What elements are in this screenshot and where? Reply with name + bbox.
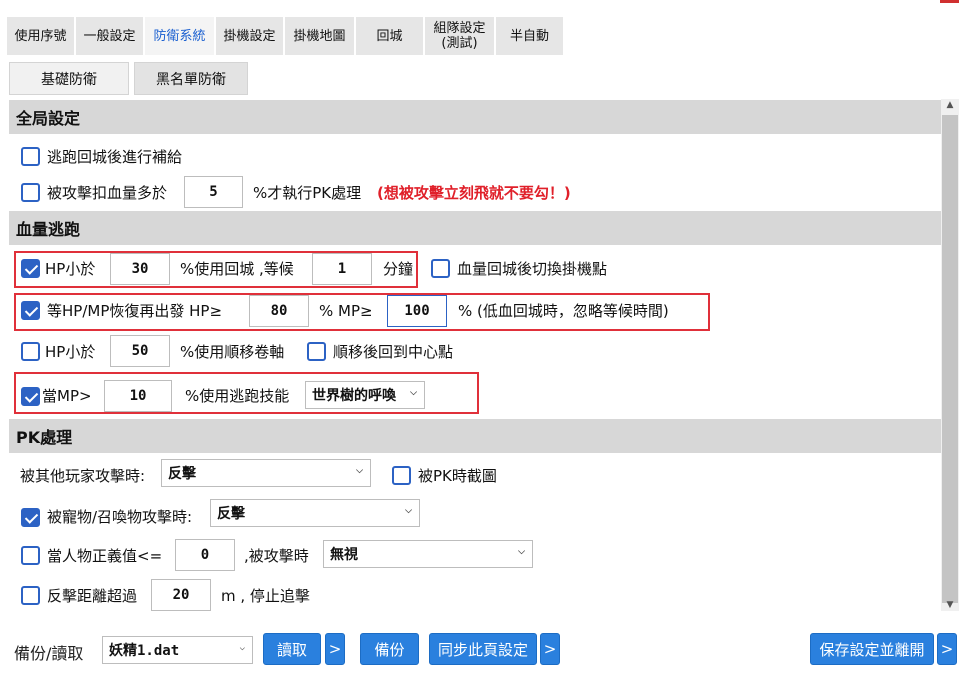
- section-header-pk: PK處理: [9, 419, 941, 453]
- sync-more-button[interactable]: >: [540, 633, 560, 665]
- attacked-by-player-label: 被其他玩家攻擊時:: [20, 467, 146, 485]
- attacked-by-pet-select[interactable]: 反擊 ⌵: [210, 499, 420, 527]
- justice-action-value: 無視: [330, 547, 358, 563]
- distance-checkbox[interactable]: [21, 586, 40, 605]
- chevron-down-icon: ⌵: [518, 547, 525, 557]
- backup-file-select[interactable]: 妖精1.dat ⌵: [102, 636, 253, 664]
- subtab-basic-defense[interactable]: 基礎防衛: [9, 62, 129, 95]
- mp-skill-input[interactable]: 10: [104, 380, 172, 412]
- distance-label: 反擊距離超過: [47, 587, 138, 605]
- restore-mp-input[interactable]: 100: [387, 295, 447, 327]
- switch-spot-label: 血量回城後切換掛機點: [457, 260, 608, 278]
- read-more-button[interactable]: >: [325, 633, 345, 665]
- justice-checkbox[interactable]: [21, 546, 40, 565]
- tab-afk-map[interactable]: 掛機地圖: [285, 17, 355, 55]
- justice-middle: ,被攻擊時: [244, 547, 309, 565]
- attacked-by-player-select[interactable]: 反擊 ⌵: [161, 459, 371, 487]
- subtab-blacklist-defense[interactable]: 黑名單防衛: [134, 62, 248, 95]
- hp-loss-suffix: %才執行PK處理: [253, 184, 362, 202]
- chevron-down-icon: ⌵: [410, 388, 417, 398]
- tab-general[interactable]: 一般設定: [76, 17, 144, 55]
- pk-screenshot-checkbox[interactable]: [392, 466, 411, 485]
- justice-action-select[interactable]: 無視 ⌵: [323, 540, 533, 568]
- backup-label: 備份/讀取: [14, 644, 84, 663]
- tab-afk-settings[interactable]: 掛機設定: [216, 17, 284, 55]
- hp-below-teleport-label: HP小於: [45, 343, 96, 361]
- return-center-checkbox[interactable]: [307, 342, 326, 361]
- hp-loss-checkbox[interactable]: [21, 183, 40, 202]
- section-header-global: 全局設定: [9, 100, 941, 134]
- restore-depart-label: 等HP/MP恢復再出發 HP≥: [47, 302, 223, 320]
- hp-below-return-input[interactable]: 30: [110, 253, 170, 285]
- chevron-down-icon: ⌵: [356, 466, 363, 476]
- switch-spot-checkbox[interactable]: [431, 259, 450, 278]
- mp-skill-checkbox[interactable]: [21, 387, 40, 406]
- refill-after-escape-checkbox[interactable]: [21, 147, 40, 166]
- escape-skill-value: 世界樹的呼喚: [312, 388, 396, 404]
- tab-party-line1: 組隊設定: [433, 21, 486, 36]
- hp-below-return-label: HP小於: [45, 260, 96, 278]
- backup-file-value: 妖精1.dat: [109, 643, 180, 659]
- tab-semi-auto[interactable]: 半自動: [496, 17, 564, 55]
- tab-serial[interactable]: 使用序號: [7, 17, 75, 55]
- attacked-by-pet-value: 反擊: [217, 506, 245, 522]
- escape-skill-select[interactable]: 世界樹的呼喚 ⌵: [305, 381, 425, 409]
- sync-page-button[interactable]: 同步此頁設定: [429, 633, 537, 665]
- wait-minutes-unit: 分鐘: [383, 260, 414, 278]
- scroll-up-icon[interactable]: ▲: [941, 100, 959, 110]
- chevron-down-icon: ⌵: [239, 643, 245, 653]
- scrollbar-thumb[interactable]: [942, 115, 958, 603]
- refill-after-escape-label: 逃跑回城後進行補給: [47, 148, 183, 166]
- section-header-escape: 血量逃跑: [9, 211, 941, 245]
- backup-button[interactable]: 備份: [360, 633, 419, 665]
- hp-loss-input[interactable]: 5: [184, 176, 243, 208]
- attacked-by-pet-label: 被寵物/召喚物攻擊時:: [47, 508, 193, 526]
- hp-below-teleport-suffix: %使用順移卷軸: [180, 343, 285, 361]
- hp-below-return-middle: %使用回城 ,等候: [180, 260, 294, 278]
- tab-return-town[interactable]: 回城: [356, 17, 424, 55]
- hp-below-teleport-checkbox[interactable]: [21, 342, 40, 361]
- hp-loss-label: 被攻擊扣血量多於: [47, 184, 168, 202]
- save-more-button[interactable]: >: [937, 633, 957, 665]
- read-button[interactable]: 讀取: [263, 633, 321, 665]
- restore-mp-label: % MP≥: [319, 302, 373, 320]
- hp-below-teleport-input[interactable]: 50: [110, 335, 170, 367]
- save-exit-button[interactable]: 保存設定並離開: [810, 633, 934, 665]
- distance-suffix: m , 停止追擊: [221, 587, 310, 605]
- restore-depart-note: % (低血回城時，忽略等候時間): [458, 302, 669, 320]
- window-accent-mark: [940, 0, 959, 3]
- hp-loss-warning: (想被攻擊立刻飛就不要勾！): [377, 184, 571, 202]
- return-center-label: 順移後回到中心點: [333, 343, 454, 361]
- scroll-down-icon[interactable]: ▼: [941, 600, 959, 610]
- tab-defense[interactable]: 防衛系統: [145, 17, 215, 55]
- justice-input[interactable]: 0: [175, 539, 235, 571]
- tab-party[interactable]: 組隊設定 (測試): [425, 17, 495, 55]
- attacked-by-player-value: 反擊: [168, 466, 196, 482]
- mp-skill-suffix: %使用逃跑技能: [185, 387, 290, 405]
- justice-label: 當人物正義值<=: [47, 547, 163, 565]
- wait-minutes-input[interactable]: 1: [312, 253, 372, 285]
- attacked-by-pet-checkbox[interactable]: [21, 508, 40, 527]
- mp-skill-label: 當MP>: [42, 387, 92, 405]
- restore-hp-input[interactable]: 80: [249, 295, 309, 327]
- hp-below-return-checkbox[interactable]: [21, 259, 40, 278]
- settings-panel: 全局設定 逃跑回城後進行補給 被攻擊扣血量多於 5 %才執行PK處理 (想被攻擊…: [9, 99, 959, 620]
- tab-party-line2: (測試): [441, 36, 478, 51]
- chevron-down-icon: ⌵: [405, 506, 412, 516]
- pk-screenshot-label: 被PK時截圖: [418, 467, 497, 485]
- restore-depart-checkbox[interactable]: [21, 301, 40, 320]
- distance-input[interactable]: 20: [151, 579, 211, 611]
